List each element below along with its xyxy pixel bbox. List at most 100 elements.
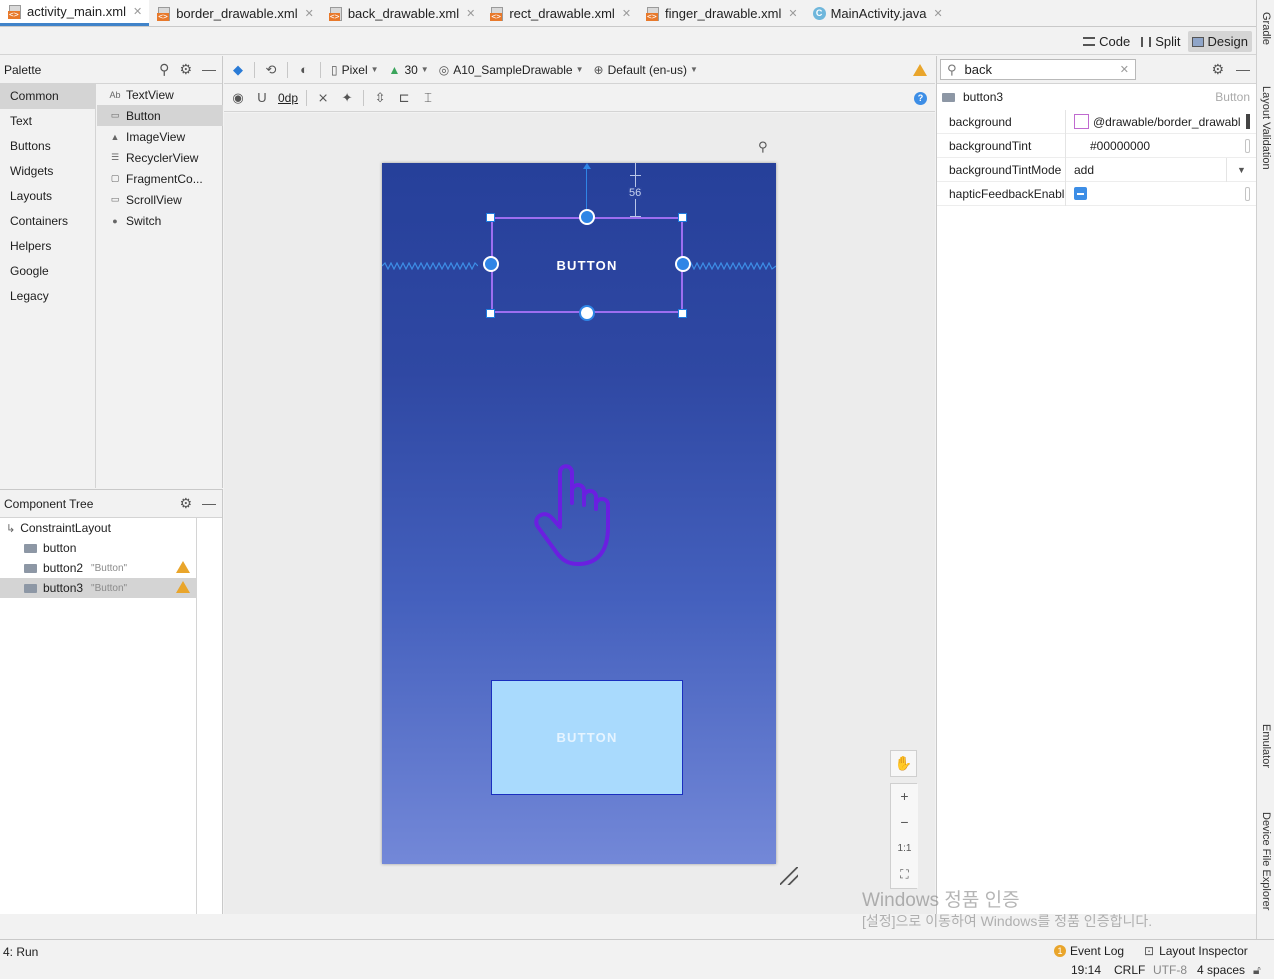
tab-finger-drawable[interactable]: finger_drawable.xml✕: [638, 0, 805, 26]
pack-icon[interactable]: ⇳: [372, 90, 388, 106]
emulator-tool-tab[interactable]: Emulator: [1260, 724, 1272, 768]
warning-icon[interactable]: [176, 581, 190, 593]
align-icon[interactable]: ⊏: [396, 90, 412, 106]
gear-icon[interactable]: ⚙: [179, 61, 192, 78]
device-preview[interactable]: 56 BUTTON BUTTON: [382, 163, 776, 864]
palette-category-containers[interactable]: Containers: [0, 209, 95, 234]
clear-constraints-icon[interactable]: ⨯: [315, 90, 331, 106]
device-file-explorer-tool-tab[interactable]: Device File Explorer: [1260, 812, 1272, 910]
lock-icon[interactable]: 🔓︎: [1253, 963, 1261, 978]
palette-item-fragmentcontainer[interactable]: ▢ FragmentCo...: [97, 168, 223, 189]
infer-constraints-icon[interactable]: ✦: [339, 90, 355, 106]
minimize-icon[interactable]: —: [202, 61, 216, 78]
palette-category-google[interactable]: Google: [0, 259, 95, 284]
zoom-in-icon[interactable]: +: [891, 784, 918, 810]
code-mode-button[interactable]: Code: [1079, 31, 1134, 52]
magnet-icon[interactable]: U: [254, 90, 270, 106]
close-icon[interactable]: ✕: [933, 7, 942, 20]
palette-category-helpers[interactable]: Helpers: [0, 234, 95, 259]
eye-icon[interactable]: ◉: [230, 90, 246, 106]
close-icon[interactable]: ✕: [305, 7, 314, 20]
layout-inspector-tab[interactable]: ⊡ Layout Inspector: [1144, 944, 1248, 958]
minimize-icon[interactable]: —: [1236, 61, 1250, 78]
attribute-row-backgroundtintmode[interactable]: backgroundTintMode add ▼: [937, 157, 1256, 182]
picker-bar[interactable]: [1245, 186, 1250, 201]
indent-setting[interactable]: 4 spaces: [1197, 963, 1245, 977]
close-icon[interactable]: ✕: [622, 7, 631, 20]
layers-icon[interactable]: ◆: [230, 62, 246, 78]
resize-handle[interactable]: [486, 213, 495, 222]
close-icon[interactable]: ✕: [133, 5, 142, 18]
hapticfeedback-checkbox[interactable]: [1066, 182, 1256, 206]
tab-main-activity[interactable]: C MainActivity.java ✕: [805, 0, 950, 26]
color-swatch[interactable]: [1074, 114, 1089, 129]
tab-activity-main[interactable]: activity_main.xml✕: [0, 0, 150, 26]
right-anchor-handle[interactable]: [675, 256, 691, 272]
bottom-anchor-handle[interactable]: [579, 305, 595, 321]
tab-back-drawable[interactable]: back_drawable.xml✕: [321, 0, 483, 26]
resize-handle[interactable]: [486, 309, 495, 318]
resize-grip-icon[interactable]: [780, 867, 798, 885]
palette-category-text[interactable]: Text: [0, 109, 95, 134]
run-tool-tab[interactable]: 4: Run: [3, 945, 38, 959]
layout-validation-tool-tab[interactable]: Layout Validation: [1260, 86, 1272, 170]
zoom-out-icon[interactable]: −: [891, 810, 918, 836]
palette-item-switch[interactable]: ● Switch: [97, 210, 223, 231]
gear-icon[interactable]: ⚙: [179, 495, 192, 512]
left-anchor-handle[interactable]: [483, 256, 499, 272]
api-selector[interactable]: ▲ 30 ▼: [389, 63, 429, 77]
theme-selector[interactable]: ◎ A10_SampleDrawable ▼: [439, 63, 584, 77]
palette-item-recyclerview[interactable]: ☰ RecyclerView: [97, 147, 223, 168]
close-icon[interactable]: ✕: [466, 7, 475, 20]
bottom-button[interactable]: BUTTON: [491, 680, 683, 795]
palette-item-scrollview[interactable]: ▭ ScrollView: [97, 189, 223, 210]
design-mode-button[interactable]: Design: [1187, 31, 1252, 52]
indeterminate-checkbox-icon[interactable]: [1074, 187, 1087, 200]
gradle-tool-tab[interactable]: Gradle: [1260, 12, 1272, 45]
design-canvas[interactable]: ⚲ 56 BUTTON BUTTON ✋ + − 1:1 ⛶: [224, 113, 935, 914]
zoom-actual-size-icon[interactable]: 1:1: [891, 836, 918, 862]
top-anchor-handle[interactable]: [579, 209, 595, 225]
resize-handle[interactable]: [678, 213, 687, 222]
picker-bar[interactable]: [1245, 138, 1250, 153]
warning-icon[interactable]: [176, 561, 190, 573]
gear-icon[interactable]: ⚙: [1211, 61, 1224, 78]
palette-item-textview[interactable]: Ab TextView: [97, 84, 223, 105]
palette-category-widgets[interactable]: Widgets: [0, 159, 95, 184]
attributes-search-input[interactable]: ⚲ back ✕: [940, 59, 1136, 80]
pan-hand-icon[interactable]: ✋: [890, 750, 917, 777]
tab-border-drawable[interactable]: border_drawable.xml✕: [149, 0, 321, 26]
palette-category-buttons[interactable]: Buttons: [0, 134, 95, 159]
tree-node-constraintlayout[interactable]: ↳ ConstraintLayout: [0, 518, 196, 538]
selected-button[interactable]: BUTTON: [491, 217, 683, 313]
file-encoding[interactable]: UTF-8: [1153, 963, 1187, 977]
resize-handle[interactable]: [678, 309, 687, 318]
orientation-icon[interactable]: ⟲: [263, 62, 279, 78]
clear-search-icon[interactable]: ✕: [1120, 63, 1129, 76]
night-mode-icon[interactable]: ◐: [296, 62, 312, 78]
tree-node-button3[interactable]: button3 "Button": [0, 578, 196, 598]
tab-rect-drawable[interactable]: rect_drawable.xml✕: [482, 0, 638, 26]
line-separator[interactable]: CRLF: [1114, 963, 1145, 977]
tree-node-button2[interactable]: button2 "Button": [0, 558, 196, 578]
palette-category-layouts[interactable]: Layouts: [0, 184, 95, 209]
backgroundtint-value[interactable]: #00000000: [1066, 134, 1256, 158]
chevron-down-icon[interactable]: ▼: [1226, 157, 1256, 182]
attribute-row-backgroundtint[interactable]: backgroundTint #00000000: [937, 133, 1256, 158]
palette-item-button[interactable]: ▭ Button: [97, 105, 223, 126]
pin-icon[interactable]: ⚲: [758, 139, 768, 155]
split-mode-button[interactable]: Split: [1137, 31, 1184, 52]
help-icon[interactable]: ?: [914, 91, 927, 105]
picker-bar[interactable]: [1246, 113, 1250, 129]
palette-category-common[interactable]: Common: [0, 84, 95, 109]
minimize-icon[interactable]: —: [202, 495, 216, 512]
backgroundtintmode-select[interactable]: add ▼: [1066, 157, 1256, 182]
device-selector[interactable]: ▯ Pixel ▼: [331, 63, 379, 77]
tree-node-button[interactable]: button: [0, 538, 196, 558]
palette-category-legacy[interactable]: Legacy: [0, 284, 95, 309]
cursor-position[interactable]: 19:14: [1071, 963, 1101, 977]
attribute-row-background[interactable]: background @drawable/border_drawabl: [937, 109, 1256, 134]
guidelines-icon[interactable]: ⌶: [420, 90, 436, 106]
search-icon[interactable]: ⚲: [159, 61, 169, 78]
palette-item-imageview[interactable]: ▲ ImageView: [97, 126, 223, 147]
